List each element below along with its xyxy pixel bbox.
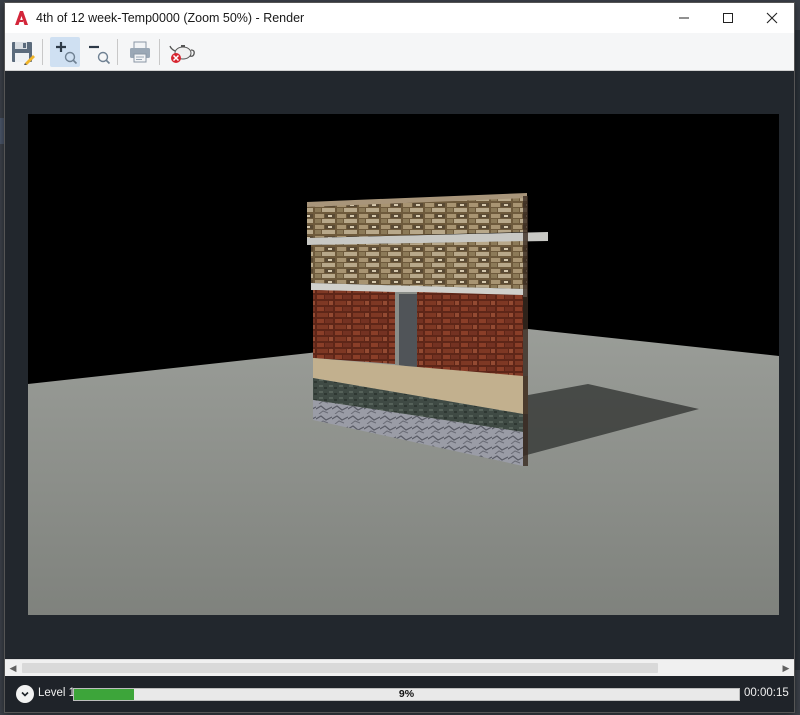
- render-progress-bar: 9%: [73, 688, 740, 701]
- render-window: 4th of 12 week-Temp0000 (Zoom 50%) - Ren…: [5, 3, 794, 712]
- printer-icon: [130, 41, 150, 62]
- cancel-render-button[interactable]: [167, 37, 197, 67]
- scrollbar-thumb[interactable]: [22, 663, 658, 673]
- rendered-scene: [28, 193, 779, 615]
- print-button[interactable]: [125, 37, 155, 67]
- teapot-cancel-icon: [169, 44, 195, 63]
- autocad-logo-icon: [13, 10, 29, 26]
- render-toolbar: [5, 33, 794, 71]
- minimize-button[interactable]: [662, 3, 706, 33]
- zoom-in-icon: [56, 41, 78, 64]
- zoom-in-button[interactable]: [50, 36, 80, 67]
- close-button[interactable]: [750, 3, 794, 33]
- zoom-out-button[interactable]: [83, 37, 113, 67]
- door-jamb: [399, 294, 417, 368]
- render-canvas[interactable]: [28, 114, 779, 615]
- progress-text: 9%: [398, 688, 415, 700]
- scroll-left-icon[interactable]: ◀: [5, 660, 21, 676]
- maximize-button[interactable]: [706, 3, 750, 33]
- toolbar-separator: [42, 38, 43, 65]
- minimize-icon: [679, 17, 689, 19]
- scroll-right-icon[interactable]: ▶: [778, 660, 794, 676]
- status-bar: Level 1 9% 00:00:15: [5, 676, 794, 712]
- toolbar-separator: [117, 38, 118, 65]
- toolbar-separator: [159, 38, 160, 65]
- window-controls: [662, 3, 794, 33]
- maximize-icon: [723, 13, 733, 23]
- render-level: Level 1: [38, 687, 76, 699]
- zoom-out-icon: [89, 45, 111, 64]
- brick-wall-left: [313, 290, 395, 364]
- save-button[interactable]: [8, 37, 38, 67]
- wall-right-side: [523, 196, 528, 466]
- render-viewport[interactable]: [5, 71, 794, 658]
- chevron-down-icon: [21, 691, 29, 697]
- horizontal-scrollbar[interactable]: ◀ ▶: [5, 659, 794, 676]
- elapsed-time: 00:00:15: [744, 687, 789, 699]
- window-title: 4th of 12 week-Temp0000 (Zoom 50%) - Ren…: [36, 11, 305, 25]
- title-bar[interactable]: 4th of 12 week-Temp0000 (Zoom 50%) - Ren…: [5, 3, 794, 33]
- close-icon: [766, 12, 778, 24]
- render-level-toggle[interactable]: [16, 685, 34, 703]
- floppy-disk-icon: [12, 41, 35, 65]
- stone-band-lower: [311, 241, 527, 289]
